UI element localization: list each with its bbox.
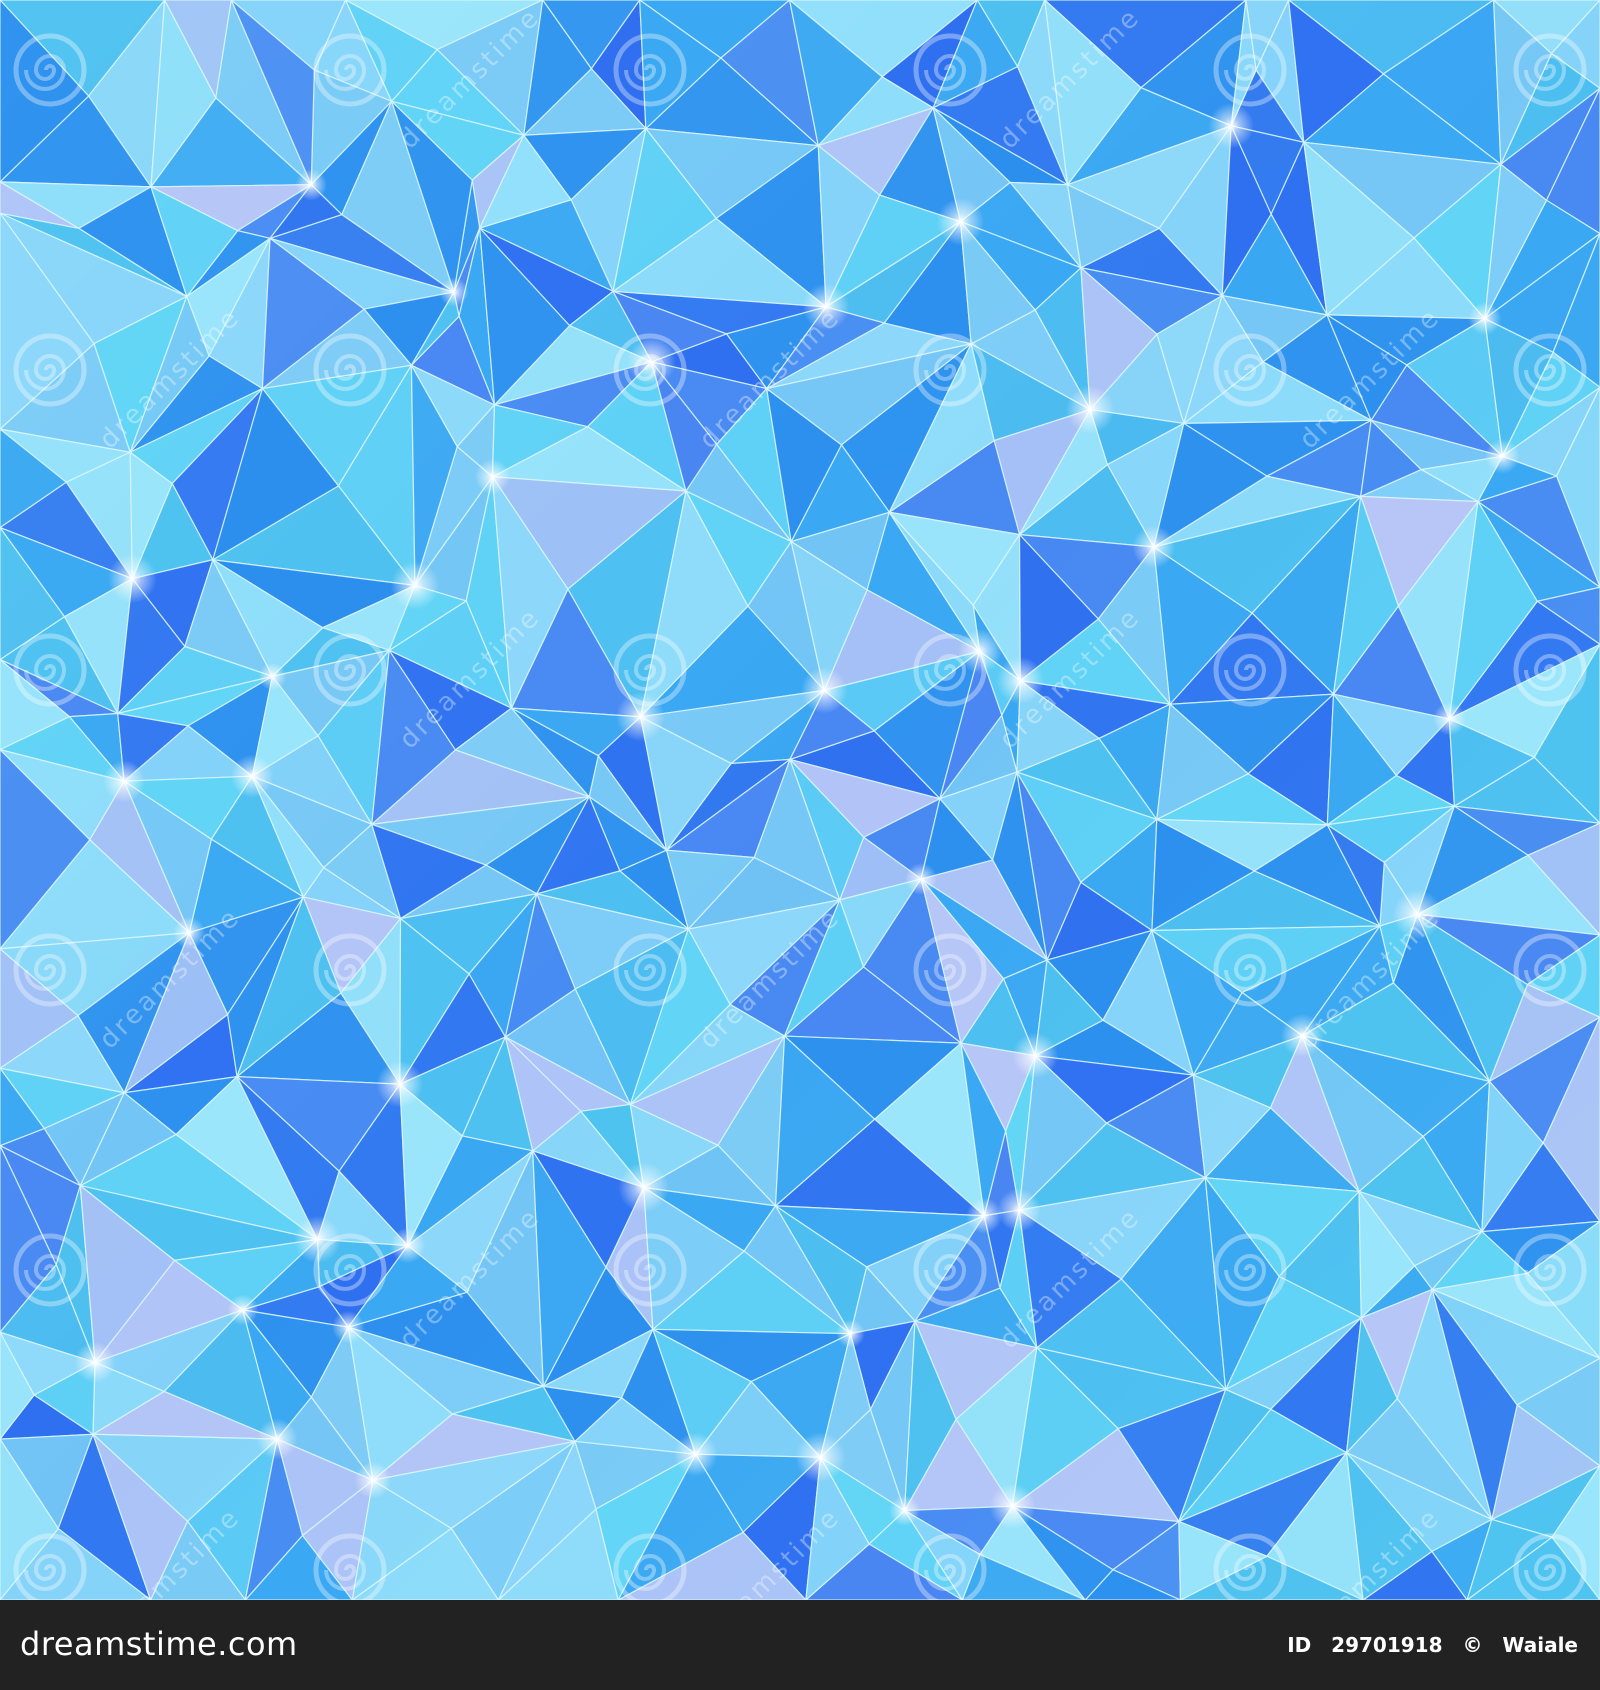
sparkle-glint xyxy=(389,1227,426,1264)
sparkle-glint xyxy=(74,1341,116,1384)
stock-image-page: dreamstime dreamstime dreamstime dreamstime… xyxy=(0,0,1600,1690)
sparkle-glint xyxy=(1392,889,1443,940)
image-id: 29701918 xyxy=(1331,1633,1443,1657)
sparkle-glint xyxy=(390,561,440,610)
sparkle-glint xyxy=(227,1294,259,1326)
footer-bar: dreamstime.com ID 29701918 © Waiale xyxy=(0,1600,1600,1690)
sparkle-glint xyxy=(800,667,848,714)
sparkle-glint xyxy=(997,1188,1042,1232)
sparkle-glint xyxy=(615,692,666,742)
crystal-ice-pattern: dreamstime dreamstime dreamstime dreamstime… xyxy=(0,0,1600,1600)
sparkle-glint xyxy=(258,662,287,691)
sparkle-glint xyxy=(295,168,328,201)
sparkle-glint xyxy=(1208,103,1254,149)
sparkle-glint xyxy=(795,1432,846,1483)
triangle-layer xyxy=(0,0,1600,1600)
sparkle-glint xyxy=(905,862,938,896)
sparkle-glint xyxy=(889,1494,921,1527)
sparkle-glint xyxy=(293,1215,342,1264)
sparkle-glint xyxy=(618,1162,670,1213)
sparkle-glint xyxy=(673,1432,718,1477)
sparkle-glint xyxy=(802,283,850,331)
sparkle-glint xyxy=(1132,525,1176,569)
sparkle-glint xyxy=(627,337,676,386)
sparkle-glint xyxy=(836,1319,865,1349)
sparkle-glint xyxy=(107,554,157,604)
sparkle-glint xyxy=(230,754,274,798)
sparkle-glint xyxy=(1012,1032,1059,1079)
author-name[interactable]: Waiale xyxy=(1502,1630,1578,1660)
sparkle-glint xyxy=(1280,1013,1325,1058)
id-label: ID xyxy=(1287,1633,1312,1657)
sparkle-glint xyxy=(957,629,1002,674)
sparkle-glint xyxy=(102,759,146,803)
sparkle-glint xyxy=(966,1197,1003,1234)
sparkle-glint xyxy=(936,197,985,246)
sparkle-glint xyxy=(172,916,206,950)
sparkle-glint xyxy=(996,656,1045,705)
image-credit: ID 29701918 © Waiale xyxy=(1287,1630,1578,1660)
sparkle-glint xyxy=(1065,385,1115,434)
sparkle-glint xyxy=(376,1060,424,1108)
sparkle-glint xyxy=(256,1418,298,1460)
sparkle-glint xyxy=(439,277,469,307)
sparkle-glint xyxy=(331,1310,365,1344)
brand-logo-text[interactable]: dreamstime.com xyxy=(20,1622,298,1666)
polygon-art: dreamstime dreamstimedreamstime dreamstime… xyxy=(0,0,1600,1600)
sparkle-glint xyxy=(354,1461,392,1499)
copyright-symbol: © xyxy=(1462,1633,1483,1657)
sparkle-glint xyxy=(989,1483,1036,1530)
sparkle-glint xyxy=(1484,438,1520,474)
sparkle-glint xyxy=(1432,702,1467,736)
sparkle-glint xyxy=(1468,302,1502,336)
sparkle-glint xyxy=(474,458,511,495)
